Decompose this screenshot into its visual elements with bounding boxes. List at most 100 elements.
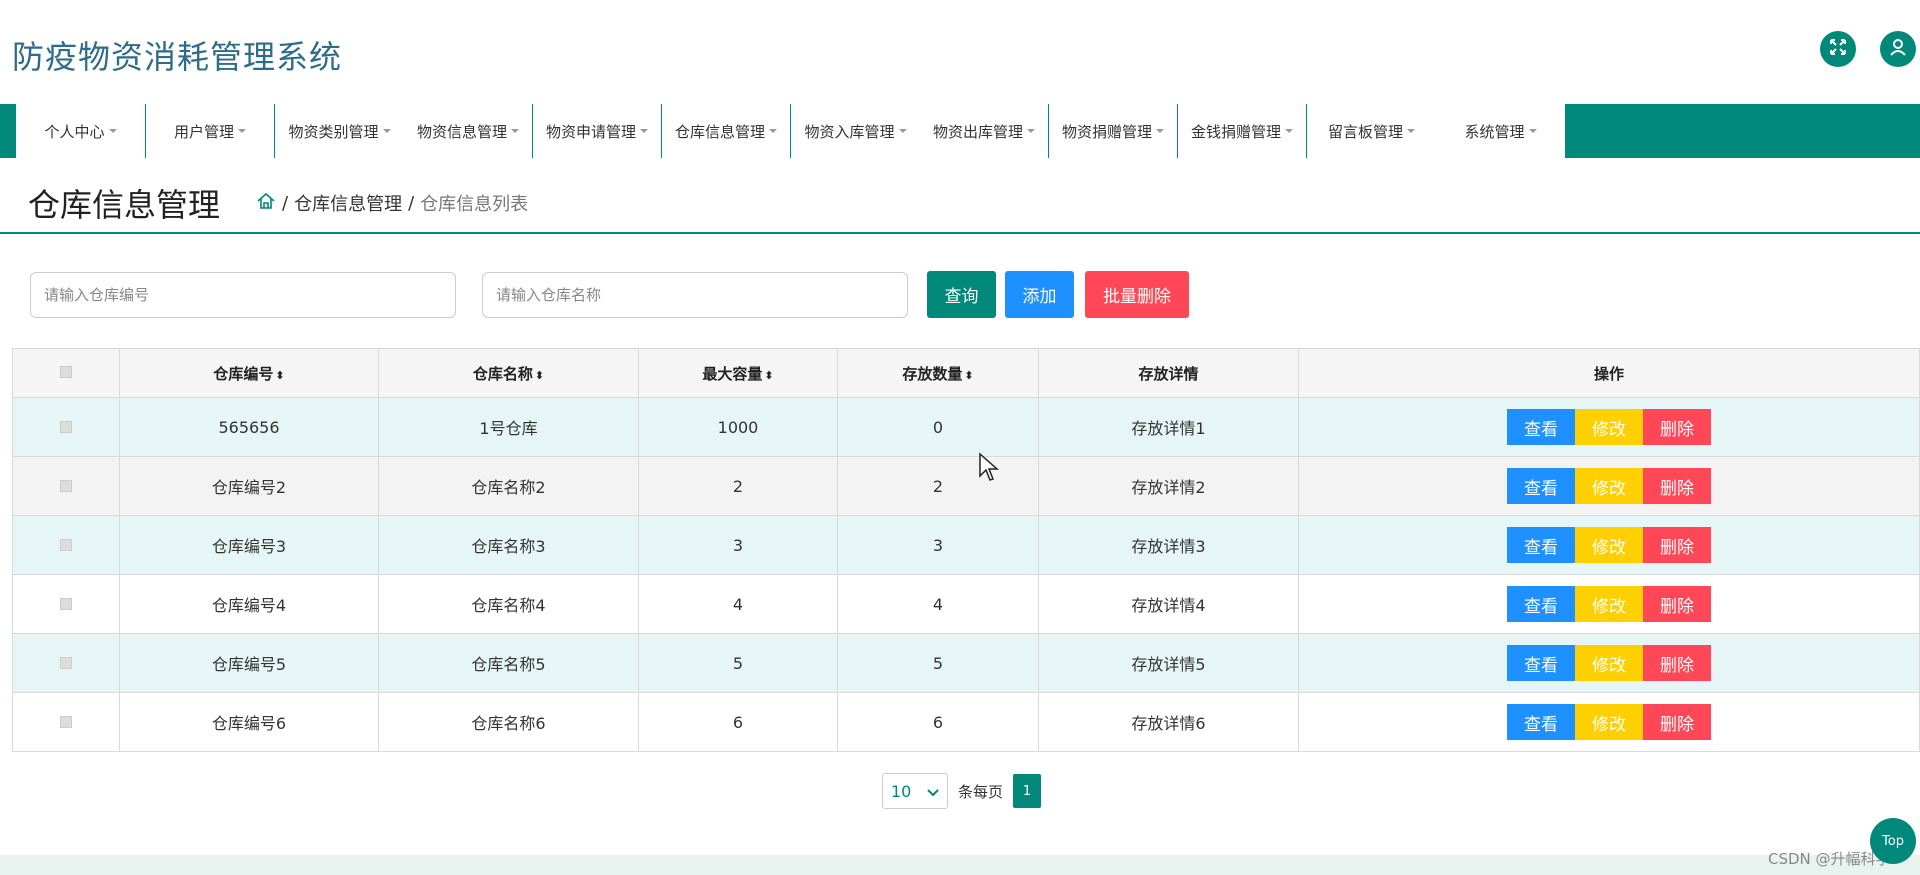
cell-code: 仓库编号5 — [119, 633, 379, 693]
nav-item-material-donation[interactable]: 物资捐赠管理 — [1049, 104, 1178, 158]
nav-item-user-management[interactable]: 用户管理 — [146, 104, 275, 158]
batch-delete-button[interactable]: 批量删除 — [1085, 271, 1189, 318]
caret-down-icon — [382, 129, 391, 133]
cell-code: 仓库编号6 — [119, 692, 379, 752]
warehouse-code-input[interactable] — [30, 272, 456, 318]
caret-down-icon — [640, 129, 648, 133]
back-to-top-button[interactable]: Top — [1870, 818, 1916, 864]
cell-name: 1号仓库 — [378, 397, 639, 457]
view-button[interactable]: 查看 — [1507, 409, 1575, 445]
cell-detail: 存放详情1 — [1038, 397, 1299, 457]
cell-detail: 存放详情5 — [1038, 633, 1299, 693]
row-actions: 查看 修改 删除 — [1507, 586, 1711, 622]
delete-button[interactable]: 删除 — [1643, 704, 1711, 740]
fullscreen-icon — [1828, 37, 1848, 61]
breadcrumb: / 仓库信息管理 / 仓库信息列表 — [256, 190, 528, 216]
nav-item-material-category[interactable]: 物资类别管理 — [275, 104, 404, 158]
row-checkbox[interactable] — [60, 597, 72, 610]
nav-item-material-inbound[interactable]: 物资入库管理 — [791, 104, 920, 158]
delete-button[interactable]: 删除 — [1643, 645, 1711, 681]
view-button[interactable]: 查看 — [1507, 645, 1575, 681]
row-checkbox[interactable] — [60, 656, 72, 669]
sort-icon: ⬍ — [964, 368, 974, 382]
caret-down-icon — [769, 129, 777, 133]
view-button[interactable]: 查看 — [1507, 468, 1575, 504]
delete-button[interactable]: 删除 — [1643, 409, 1711, 445]
cell-stored: 0 — [837, 397, 1039, 457]
caret-down-icon — [1156, 129, 1164, 133]
row-actions: 查看 修改 删除 — [1507, 468, 1711, 504]
table-header-row: 仓库编号 ⬍ 仓库名称 ⬍ 最大容量 ⬍ 存放数量 ⬍ 存放详情 操作 — [12, 348, 1920, 398]
chevron-down-icon — [927, 782, 939, 801]
sort-icon: ⬍ — [764, 368, 774, 382]
page-size-select[interactable]: 10 — [882, 773, 948, 809]
edit-button[interactable]: 修改 — [1575, 586, 1643, 622]
cell-code: 仓库编号4 — [119, 574, 379, 634]
nav-item-material-info[interactable]: 物资信息管理 — [404, 104, 533, 158]
fullscreen-button[interactable] — [1820, 31, 1856, 67]
row-actions: 查看 修改 删除 — [1507, 645, 1711, 681]
home-icon[interactable] — [256, 191, 276, 216]
table-row: 仓库编号2 仓库名称2 2 2 存放详情2 查看 修改 删除 — [12, 456, 1920, 516]
nav-item-system-management[interactable]: 系统管理 — [1436, 104, 1565, 158]
cell-name: 仓库名称6 — [378, 692, 639, 752]
table-row: 仓库编号5 仓库名称5 5 5 存放详情5 查看 修改 删除 — [12, 633, 1920, 693]
cell-name: 仓库名称2 — [378, 456, 639, 516]
user-button[interactable] — [1880, 31, 1916, 67]
page-size-value: 10 — [891, 781, 912, 801]
view-button[interactable]: 查看 — [1507, 704, 1575, 740]
table-row: 仓库编号3 仓库名称3 3 3 存放详情3 查看 修改 删除 — [12, 515, 1920, 575]
caret-down-icon — [1027, 129, 1035, 133]
query-button[interactable]: 查询 — [927, 271, 996, 318]
row-checkbox[interactable] — [60, 479, 72, 492]
row-checkbox[interactable] — [60, 715, 72, 728]
caret-down-icon — [108, 129, 117, 133]
col-header-name[interactable]: 仓库名称 ⬍ — [378, 348, 639, 398]
page-number-button[interactable]: 1 — [1013, 774, 1042, 808]
nav-item-material-request[interactable]: 物资申请管理 — [533, 104, 662, 158]
cell-name: 仓库名称5 — [378, 633, 639, 693]
col-header-code[interactable]: 仓库编号 ⬍ — [119, 348, 379, 398]
nav-item-message-board[interactable]: 留言板管理 — [1307, 104, 1436, 158]
edit-button[interactable]: 修改 — [1575, 645, 1643, 681]
select-all-checkbox[interactable] — [60, 366, 72, 378]
view-button[interactable]: 查看 — [1507, 586, 1575, 622]
nav-item-personal-center[interactable]: 个人中心 — [16, 104, 146, 158]
edit-button[interactable]: 修改 — [1575, 468, 1643, 504]
select-all-cell[interactable] — [12, 348, 120, 398]
caret-down-icon — [898, 129, 907, 133]
row-actions: 查看 修改 删除 — [1507, 704, 1711, 740]
warehouse-name-input[interactable] — [482, 272, 908, 318]
edit-button[interactable]: 修改 — [1575, 704, 1643, 740]
cell-detail: 存放详情3 — [1038, 515, 1299, 575]
nav-item-money-donation[interactable]: 金钱捐赠管理 — [1178, 104, 1307, 158]
delete-button[interactable]: 删除 — [1643, 586, 1711, 622]
row-checkbox[interactable] — [60, 538, 72, 551]
cell-stored: 6 — [837, 692, 1039, 752]
row-actions: 查看 修改 删除 — [1507, 409, 1711, 445]
page-header: 仓库信息管理 / 仓库信息管理 / 仓库信息列表 — [0, 158, 1920, 234]
page-title: 仓库信息管理 — [28, 186, 221, 224]
sort-icon: ⬍ — [534, 368, 545, 382]
nav-item-warehouse-info[interactable]: 仓库信息管理 — [662, 104, 791, 158]
view-button[interactable]: 查看 — [1507, 527, 1575, 563]
sort-icon: ⬍ — [275, 368, 285, 382]
cell-capacity: 3 — [638, 515, 838, 575]
row-checkbox[interactable] — [60, 420, 72, 433]
breadcrumb-separator: / — [282, 192, 289, 214]
col-header-stored[interactable]: 存放数量 ⬍ — [837, 348, 1039, 398]
col-header-capacity[interactable]: 最大容量 ⬍ — [638, 348, 838, 398]
nav-item-material-outbound[interactable]: 物资出库管理 — [920, 104, 1049, 158]
delete-button[interactable]: 删除 — [1643, 468, 1711, 504]
col-header-detail: 存放详情 — [1038, 348, 1299, 398]
caret-down-icon — [1407, 129, 1415, 133]
edit-button[interactable]: 修改 — [1575, 409, 1643, 445]
breadcrumb-separator: / — [408, 192, 415, 214]
table-row: 仓库编号4 仓库名称4 4 4 存放详情4 查看 修改 删除 — [12, 574, 1920, 634]
delete-button[interactable]: 删除 — [1643, 527, 1711, 563]
breadcrumb-parent[interactable]: 仓库信息管理 — [294, 190, 402, 216]
cell-capacity: 1000 — [638, 397, 838, 457]
cell-code: 仓库编号3 — [119, 515, 379, 575]
add-button[interactable]: 添加 — [1005, 271, 1074, 318]
edit-button[interactable]: 修改 — [1575, 527, 1643, 563]
